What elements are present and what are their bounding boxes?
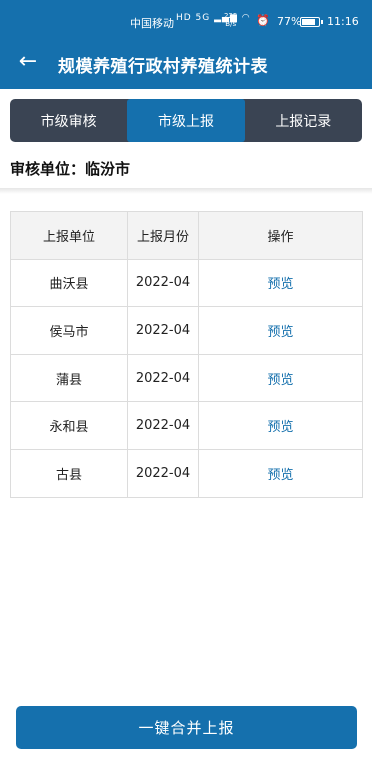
table-row: 蒲县 2022-04 预览 [10,353,363,403]
cell-unit: 永和县 [10,401,128,450]
signal-icon: HD 5G ▂▄▆ ◠ [176,13,251,23]
divider [0,188,372,194]
preview-link[interactable]: 预览 [198,401,363,450]
report-table: 上报单位 上报月份 操作 曲沃县 2022-04 预览 侯马市 2022-04 … [10,211,363,498]
cell-unit: 侯马市 [10,306,128,355]
preview-link[interactable]: 预览 [198,353,363,403]
tab-city-review[interactable]: 市级审核 [10,99,127,142]
preview-link[interactable]: 预览 [198,448,363,498]
battery-icon [300,17,320,27]
column-header-action: 操作 [198,211,363,260]
cell-unit: 曲沃县 [10,258,128,308]
cell-month: 2022-04 [127,258,199,308]
column-header-unit: 上报单位 [10,211,128,260]
tab-report-records[interactable]: 上报记录 [245,99,362,142]
network-speed: 225 B/s [224,12,238,28]
network-type: HD 5G [176,13,211,23]
tab-city-report[interactable]: 市级上报 [127,99,245,142]
preview-link[interactable]: 预览 [198,258,363,308]
table-header-row: 上报单位 上报月份 操作 [10,211,363,260]
alarm-icon: ⏰ [256,14,270,27]
merge-report-button[interactable]: 一键合并上报 [16,706,357,749]
column-header-month: 上报月份 [127,211,199,260]
clock: 11:16 [327,15,359,28]
table-row: 侯马市 2022-04 预览 [10,306,363,355]
battery-level: 77% [277,15,302,28]
cell-month: 2022-04 [127,306,199,355]
page-title: 规模养殖行政村养殖统计表 [58,57,268,77]
cell-unit: 蒲县 [10,353,128,403]
cell-month: 2022-04 [127,448,199,498]
cell-month: 2022-04 [127,401,199,450]
cell-month: 2022-04 [127,353,199,403]
status-bar: 中国移动 HD 5G ▂▄▆ ◠ 225 B/s ⏰ 77% 11:16 [0,0,372,40]
table-row: 曲沃县 2022-04 预览 [10,258,363,308]
cell-unit: 古县 [10,448,128,498]
table-row: 古县 2022-04 预览 [10,448,363,498]
review-unit-label: 审核单位：临汾市 [10,160,131,178]
back-arrow-icon[interactable]: ← [14,50,42,76]
carrier-name: 中国移动 [130,17,174,30]
table-row: 永和县 2022-04 预览 [10,401,363,450]
tab-bar: 市级审核 市级上报 上报记录 [10,99,362,142]
app-header: 中国移动 HD 5G ▂▄▆ ◠ 225 B/s ⏰ 77% 11:16 ← 规模… [0,0,372,89]
preview-link[interactable]: 预览 [198,306,363,355]
